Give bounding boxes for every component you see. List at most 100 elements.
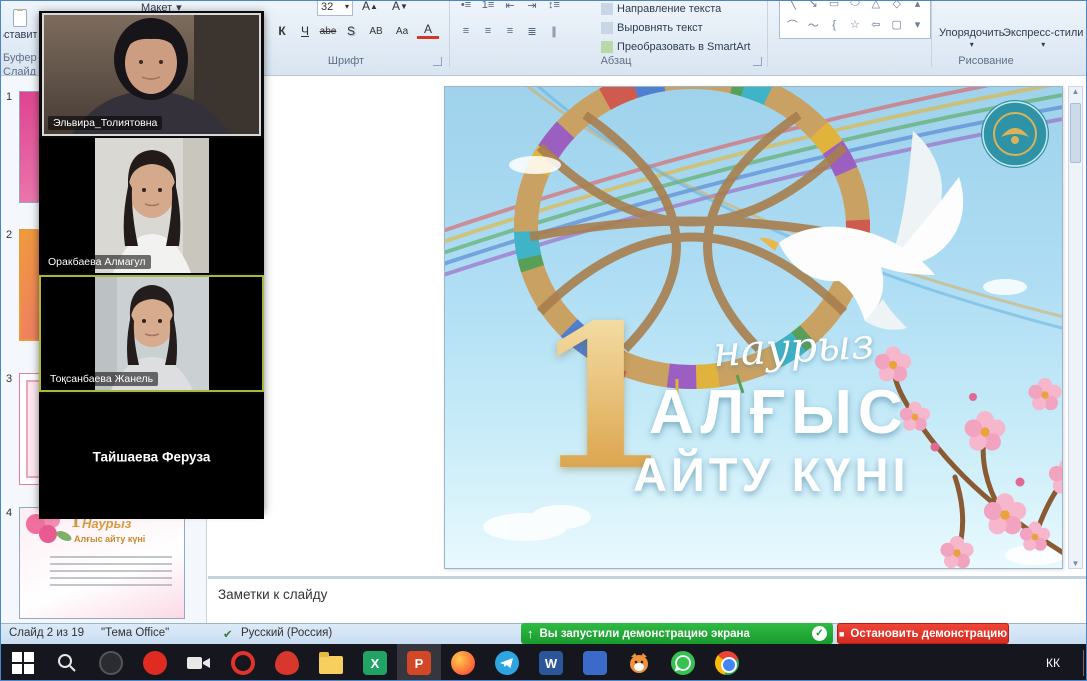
numbering-button[interactable]: 1≡ xyxy=(478,1,498,13)
slide-canvas[interactable]: 1 наурыз АЛҒЫС АЙТУ КҮНІ xyxy=(444,86,1063,569)
shape-arrow-icon[interactable]: ↘ xyxy=(809,1,818,10)
chrome-icon xyxy=(715,651,739,675)
shapes-scroll-up-icon[interactable]: ▴ xyxy=(915,1,921,10)
convert-smartart-button[interactable]: Преобразовать в SmartArt xyxy=(601,41,750,53)
video-tile-1[interactable]: Эльвира_Толиятовна xyxy=(42,13,261,136)
strikethrough-button[interactable]: abe xyxy=(317,21,339,41)
telegram-app-button[interactable] xyxy=(485,644,529,681)
stop-share-button[interactable]: ■ Остановить демонстрацию xyxy=(837,623,1009,644)
arrange-button[interactable]: Упорядочить▾ xyxy=(939,27,1004,49)
participant-name: Эльвира_Толиятовна xyxy=(48,116,162,130)
folder-icon xyxy=(319,656,343,674)
obs-icon xyxy=(99,651,123,675)
scroll-down-icon[interactable]: ▼ xyxy=(1072,559,1080,568)
align-left-button[interactable]: ≡ xyxy=(456,23,476,39)
record-app-button[interactable] xyxy=(133,644,177,681)
shape-triangle-icon[interactable]: △ xyxy=(872,1,880,10)
shape-block-arrow-icon[interactable]: ⇦ xyxy=(871,18,880,31)
tiger-app-button[interactable] xyxy=(617,644,661,681)
file-explorer-button[interactable] xyxy=(309,644,353,681)
emblem-logo xyxy=(981,100,1049,168)
start-button[interactable] xyxy=(1,644,45,681)
chrome-app-button[interactable] xyxy=(705,644,749,681)
bold-button[interactable]: К xyxy=(271,21,293,41)
screen-share-banner: ↑ Вы запустили демонстрацию экрана ✓ xyxy=(521,623,833,644)
shape-star-icon[interactable]: ☆ xyxy=(850,18,860,31)
spellcheck-icon[interactable]: ✔ xyxy=(223,627,233,641)
chevron-down-icon: ▾ xyxy=(970,40,974,49)
firefox-app-button[interactable] xyxy=(441,644,485,681)
char-spacing-button[interactable]: АВ xyxy=(365,21,387,41)
font-color-button[interactable]: А xyxy=(417,21,439,39)
shapes-scroll-down-icon[interactable]: ▾ xyxy=(915,18,921,31)
whatsapp-app-button[interactable] xyxy=(661,644,705,681)
shape-bracket-icon[interactable]: { xyxy=(832,19,836,31)
opera-app-button[interactable] xyxy=(221,644,265,681)
blue-app-button[interactable] xyxy=(573,644,617,681)
align-center-button[interactable]: ≡ xyxy=(478,23,498,39)
video-tile-3[interactable]: Тоқсанбаева Жанель xyxy=(39,275,264,392)
slide-counter: Слайд 2 из 19 xyxy=(9,627,84,639)
vertical-scrollbar[interactable]: ▲ ▼ xyxy=(1068,86,1083,569)
slide-title-line2: АЙТУ КҮНІ xyxy=(633,447,910,502)
shape-callout-icon[interactable]: ▢ xyxy=(892,18,902,31)
shapes-gallery[interactable]: ╲ ↘ ▭ ⬭ △ ◇ ▴ ⌒ 〜 { ☆ ⇦ ▢ ▾ xyxy=(779,1,931,39)
text-direction-button[interactable]: Направление текста xyxy=(601,3,721,15)
slide-title-line1: АЛҒЫС xyxy=(649,377,909,448)
shape-line-icon[interactable]: ╲ xyxy=(789,1,796,10)
language-status[interactable]: Русский (Россия) xyxy=(241,627,332,639)
underline-button[interactable]: Ч xyxy=(294,21,316,41)
paste-button[interactable]: Вставить xyxy=(3,9,37,51)
show-desktop-button[interactable] xyxy=(1083,650,1084,676)
thumbnail-number: 4 xyxy=(6,507,12,519)
font-size-input[interactable]: 32▾ xyxy=(317,1,353,16)
decrease-indent-button[interactable]: ⇤ xyxy=(500,1,520,13)
thumbnail-number: 2 xyxy=(6,229,12,241)
shape-oval-icon[interactable]: ⬭ xyxy=(850,1,859,10)
shape-rect-icon[interactable]: ▭ xyxy=(829,1,839,10)
clipboard-icon xyxy=(13,9,27,27)
grow-font-button[interactable]: А▲ xyxy=(359,1,381,16)
excel-app-button[interactable]: X xyxy=(353,644,397,681)
notes-placeholder: Заметки к слайду xyxy=(208,579,1086,602)
bullets-button[interactable]: •≡ xyxy=(456,1,476,13)
video-tile-2[interactable]: Оракбаева Алмагул xyxy=(39,138,264,273)
justify-button[interactable]: ≣ xyxy=(522,23,542,39)
shape-curve-icon[interactable]: ⌒ xyxy=(787,17,798,33)
align-text-button[interactable]: Выровнять текст xyxy=(601,22,703,34)
shape-diamond-icon[interactable]: ◇ xyxy=(892,1,900,10)
shrink-font-button[interactable]: А▼ xyxy=(389,1,411,16)
increase-indent-button[interactable]: ⇥ xyxy=(522,1,542,13)
scrollbar-thumb[interactable] xyxy=(1070,103,1081,163)
language-indicator[interactable]: КК xyxy=(1046,656,1086,670)
text-shadow-button[interactable]: S xyxy=(340,21,362,41)
align-right-button[interactable]: ≡ xyxy=(500,23,520,39)
word-app-button[interactable]: W xyxy=(529,644,573,681)
paragraph-dialog-launcher-icon[interactable] xyxy=(753,57,762,66)
smartart-icon xyxy=(601,41,613,53)
zoom-participants-panel[interactable]: Эльвира_Толиятовна Оракбаева Алмагул xyxy=(39,11,264,511)
quick-styles-button[interactable]: Экспресс-стили▾ xyxy=(1003,27,1083,49)
participant-name: Оракбаева Алмагул xyxy=(43,255,151,269)
windows-logo-icon xyxy=(12,652,34,674)
scroll-up-icon[interactable]: ▲ xyxy=(1072,87,1080,96)
font-dialog-launcher-icon[interactable] xyxy=(433,57,442,66)
line-spacing-button[interactable]: ↕≡ xyxy=(544,1,564,13)
shape-freeform-icon[interactable]: 〜 xyxy=(808,17,819,33)
search-button[interactable] xyxy=(45,644,89,681)
video-tile-4[interactable]: Тайшаева Феруза xyxy=(39,394,264,519)
text-direction-icon xyxy=(601,3,613,15)
blue-app-icon xyxy=(583,651,607,675)
obs-app-button[interactable] xyxy=(89,644,133,681)
shield-check-icon: ✓ xyxy=(812,626,827,641)
change-case-button[interactable]: Аа xyxy=(391,21,413,41)
camera-app-button[interactable] xyxy=(177,644,221,681)
font-group-label: Шрифт xyxy=(301,55,391,67)
columns-button[interactable]: ∥ xyxy=(544,23,564,39)
slide-thumbnail-4[interactable]: 1 Наурыз Алғыс айту күні xyxy=(19,507,185,619)
thumb4-subtitle: Алғыс айту күні xyxy=(74,534,145,544)
opera-gx-app-button[interactable] xyxy=(265,644,309,681)
powerpoint-app-button[interactable]: P xyxy=(397,644,441,681)
slides-tab-label[interactable]: Слайд xyxy=(3,66,36,76)
notes-area[interactable]: Заметки к слайду xyxy=(208,576,1086,623)
